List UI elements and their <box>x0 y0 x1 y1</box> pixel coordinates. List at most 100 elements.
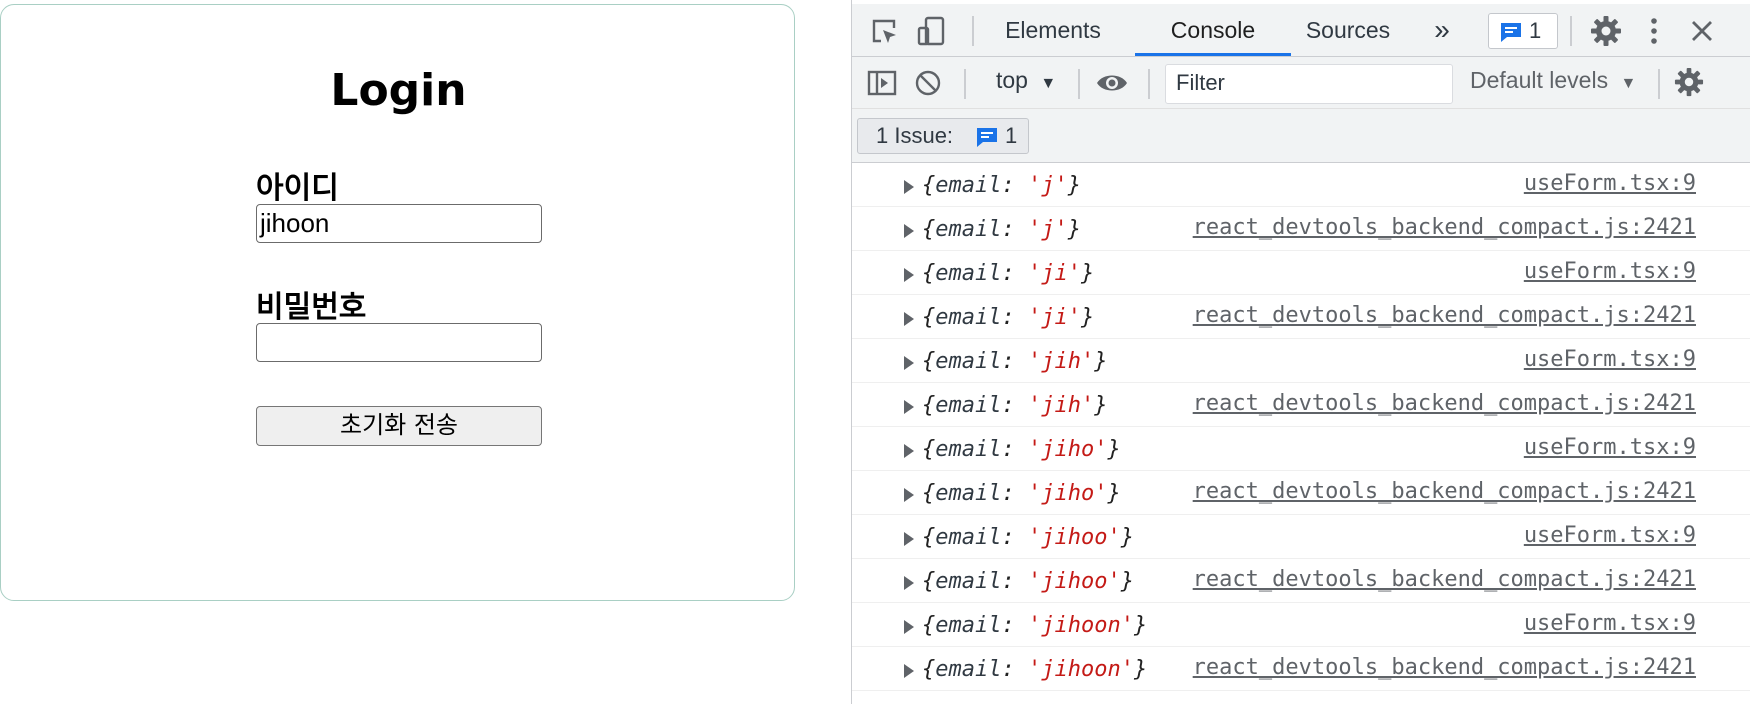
expand-arrow-icon[interactable] <box>904 180 914 194</box>
chevron-down-icon: ▼ <box>1040 75 1057 92</box>
console-message: {email: 'jiho'} useForm.tsx:9 <box>852 427 1750 471</box>
console-message: {email: 'j'} react_devtools_backend_comp… <box>852 207 1750 251</box>
expand-arrow-icon[interactable] <box>904 664 914 678</box>
console-message: {email: 'jihoon'} react_devtools_backend… <box>852 647 1750 691</box>
log-key: email <box>935 613 1002 638</box>
more-tabs-button[interactable]: » <box>1424 4 1460 56</box>
log-object[interactable]: {email: 'jihoon'} <box>922 657 1147 682</box>
source-link[interactable]: useForm.tsx:9 <box>1524 611 1696 636</box>
source-link[interactable]: useForm.tsx:9 <box>1524 435 1696 460</box>
log-object[interactable]: {email: 'ji'} <box>922 305 1094 330</box>
console-toolbar: top ▼ Filter Default levels ▼ <box>852 57 1750 109</box>
expand-arrow-icon[interactable] <box>904 312 914 326</box>
console-message: {email: 'ji'} useForm.tsx:9 <box>852 251 1750 295</box>
log-value: 'j' <box>1027 173 1068 198</box>
log-object[interactable]: {email: 'j'} <box>922 217 1081 242</box>
sidebar-toggle-icon[interactable] <box>866 67 898 99</box>
log-object[interactable]: {email: 'jiho'} <box>922 437 1121 462</box>
id-input[interactable]: jihoon <box>256 204 542 243</box>
devtools-tabbar: Elements Console Sources » 1 <box>852 4 1750 57</box>
inspect-element-icon[interactable] <box>868 15 900 47</box>
filter-input[interactable]: Filter <box>1165 64 1453 104</box>
tab-elements[interactable]: Elements <box>994 4 1112 56</box>
log-object[interactable]: {email: 'jih'} <box>922 349 1107 374</box>
console-message: {email: 'jihoo'} react_devtools_backend_… <box>852 559 1750 603</box>
log-value: 'jihoon' <box>1027 613 1134 638</box>
message-icon <box>977 128 997 147</box>
console-message: {email: 'jih'} useForm.tsx:9 <box>852 339 1750 383</box>
toolbar-divider-3 <box>1148 69 1150 99</box>
password-input[interactable] <box>256 323 542 362</box>
source-link[interactable]: react_devtools_backend_compact.js:2421 <box>1193 655 1696 680</box>
expand-arrow-icon[interactable] <box>904 576 914 590</box>
log-object[interactable]: {email: 'jiho'} <box>922 481 1121 506</box>
expand-arrow-icon[interactable] <box>904 268 914 282</box>
log-value: 'jihoo' <box>1027 525 1121 550</box>
expand-arrow-icon[interactable] <box>904 400 914 414</box>
live-expression-eye-icon[interactable] <box>1096 67 1128 99</box>
reset-submit-button[interactable]: 초기화 전송 <box>256 406 542 446</box>
source-link[interactable]: useForm.tsx:9 <box>1524 171 1696 196</box>
web-page: Login 아이디 jihoon 비밀번호 초기화 전송 <box>0 0 851 704</box>
log-value: 'jihoon' <box>1027 657 1134 682</box>
chevron-down-icon: ▼ <box>1620 75 1637 92</box>
log-key: email <box>935 525 1002 550</box>
expand-arrow-icon[interactable] <box>904 356 914 370</box>
expand-arrow-icon[interactable] <box>904 532 914 546</box>
more-options-icon[interactable] <box>1638 15 1670 47</box>
log-key: email <box>935 261 1002 286</box>
issues-chip[interactable]: 1 Issue: 1 <box>857 118 1029 154</box>
issues-chip-count: 1 <box>1005 123 1018 148</box>
expand-arrow-icon[interactable] <box>904 488 914 502</box>
issues-count: 1 <box>1529 18 1542 43</box>
settings-gear-icon[interactable] <box>1590 15 1622 47</box>
log-value: 'jiho' <box>1027 437 1108 462</box>
log-value: 'jiho' <box>1027 481 1108 506</box>
log-value: 'jih' <box>1027 393 1095 418</box>
issues-counter-button[interactable]: 1 <box>1488 13 1558 49</box>
clear-console-icon[interactable] <box>912 67 944 99</box>
tabbar-divider-2 <box>1570 16 1572 46</box>
toolbar-divider <box>964 69 966 99</box>
source-link[interactable]: react_devtools_backend_compact.js:2421 <box>1193 479 1696 504</box>
log-object[interactable]: {email: 'jihoo'} <box>922 525 1134 550</box>
device-toolbar-icon[interactable] <box>916 15 948 47</box>
log-object[interactable]: {email: 'jihoon'} <box>922 613 1147 638</box>
log-value: 'j' <box>1027 217 1068 242</box>
source-link[interactable]: react_devtools_backend_compact.js:2421 <box>1193 303 1696 328</box>
log-levels-label: Default levels <box>1470 67 1609 93</box>
close-icon[interactable] <box>1686 15 1718 47</box>
console-message: {email: 'jiho'} react_devtools_backend_c… <box>852 471 1750 515</box>
source-link[interactable]: react_devtools_backend_compact.js:2421 <box>1193 567 1696 592</box>
issues-chip-label: 1 Issue: <box>876 123 954 148</box>
source-link[interactable]: useForm.tsx:9 <box>1524 523 1696 548</box>
log-key: email <box>935 173 1002 198</box>
log-key: email <box>935 349 1002 374</box>
tab-sources[interactable]: Sources <box>1292 4 1404 56</box>
log-object[interactable]: {email: 'jih'} <box>922 393 1107 418</box>
log-object[interactable]: {email: 'jihoo'} <box>922 569 1134 594</box>
expand-arrow-icon[interactable] <box>904 444 914 458</box>
console-settings-gear-icon[interactable] <box>1674 67 1704 97</box>
log-key: email <box>935 393 1002 418</box>
log-object[interactable]: {email: 'ji'} <box>922 261 1094 286</box>
expand-arrow-icon[interactable] <box>904 620 914 634</box>
console-messages: {email: 'j'} useForm.tsx:9 {email: 'j'} … <box>852 163 1750 691</box>
log-key: email <box>935 657 1002 682</box>
tab-console[interactable]: Console <box>1135 4 1291 56</box>
context-selector[interactable]: top ▼ <box>996 67 1056 94</box>
login-title: Login <box>330 65 467 116</box>
source-link[interactable]: useForm.tsx:9 <box>1524 347 1696 372</box>
log-levels-dropdown[interactable]: Default levels ▼ <box>1470 67 1636 94</box>
issues-bar: 1 Issue: 1 <box>852 109 1750 163</box>
log-key: email <box>935 305 1002 330</box>
source-link[interactable]: react_devtools_backend_compact.js:2421 <box>1193 391 1696 416</box>
expand-arrow-icon[interactable] <box>904 224 914 238</box>
log-value: 'ji' <box>1027 261 1081 286</box>
log-object[interactable]: {email: 'j'} <box>922 173 1081 198</box>
password-label: 비밀번호 <box>256 290 367 325</box>
log-key: email <box>935 437 1002 462</box>
message-icon <box>1501 23 1521 42</box>
source-link[interactable]: react_devtools_backend_compact.js:2421 <box>1193 215 1696 240</box>
source-link[interactable]: useForm.tsx:9 <box>1524 259 1696 284</box>
